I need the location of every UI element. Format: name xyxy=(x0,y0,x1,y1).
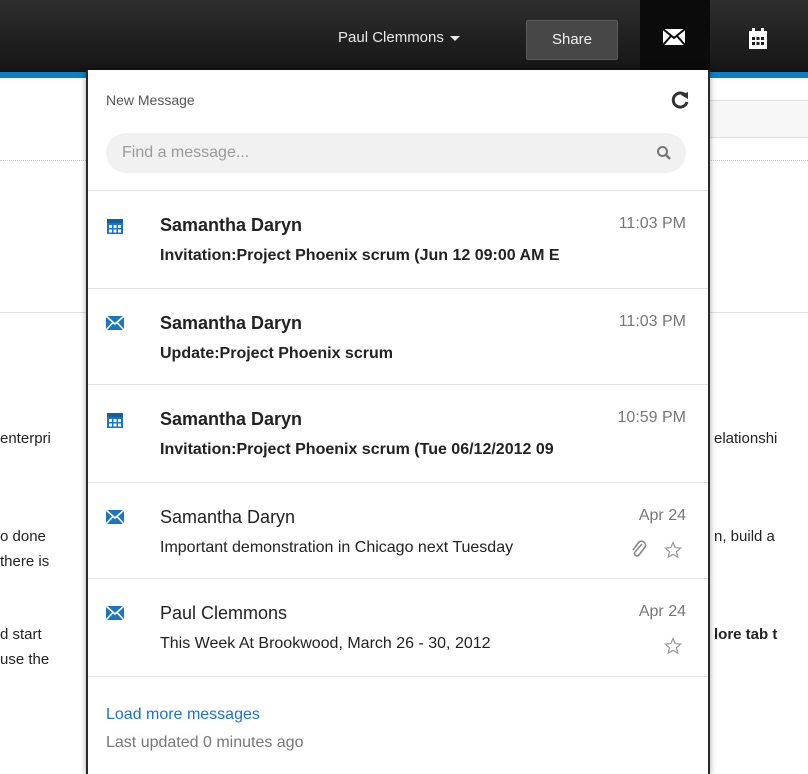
background-text: o done xyxy=(0,528,46,545)
calendar-button[interactable] xyxy=(738,24,778,56)
background-text: enterpri xyxy=(0,430,51,447)
attachment-icon xyxy=(632,540,647,557)
load-more-messages-link[interactable]: Load more messages xyxy=(106,706,260,724)
message-time: 11:03 PM xyxy=(618,215,686,232)
background-search-field xyxy=(708,100,808,138)
message-subject: Invitation:Project Phoenix scrum (Tue 06… xyxy=(160,441,554,458)
refresh-icon[interactable] xyxy=(670,90,690,110)
search-icon[interactable] xyxy=(656,145,672,161)
message-time: Apr 24 xyxy=(638,603,686,620)
top-navigation-bar: Paul Clemmons Share xyxy=(0,0,808,78)
background-text: use the xyxy=(0,651,50,668)
calendar-icon xyxy=(749,28,767,49)
message-item[interactable]: Paul Clemmons Apr 24 This Week At Brookw… xyxy=(88,579,708,675)
message-sender: Samantha Daryn xyxy=(160,409,303,429)
message-item[interactable]: Samantha Daryn 11:03 PM Invitation:Proje… xyxy=(88,191,708,287)
message-subject: Invitation:Project Phoenix scrum (Jun 12… xyxy=(160,247,560,264)
new-message-link[interactable]: New Message xyxy=(106,92,195,108)
share-button[interactable]: Share xyxy=(526,20,618,60)
message-time: Apr 24 xyxy=(638,507,686,524)
envelope-icon xyxy=(106,605,124,621)
background-text: n, build a xyxy=(714,528,775,545)
envelope-icon xyxy=(662,28,686,46)
message-subject: Update:Project Phoenix scrum xyxy=(160,345,393,362)
calendar-invite-icon xyxy=(107,219,123,234)
message-sender: Samantha Daryn xyxy=(160,507,296,527)
star-icon[interactable] xyxy=(664,637,682,655)
last-updated-status: Last updated 0 minutes ago xyxy=(106,734,304,751)
mail-button[interactable] xyxy=(640,0,710,72)
star-icon[interactable] xyxy=(664,541,682,559)
message-search-input[interactable]: Find a message... xyxy=(106,133,686,173)
calendar-invite-icon xyxy=(107,413,123,428)
message-time: 10:59 PM xyxy=(617,409,686,426)
message-item[interactable]: Samantha Daryn 10:59 PM Invitation:Proje… xyxy=(88,385,708,481)
messages-dropdown: New Message Find a message... Samantha D… xyxy=(86,70,710,774)
envelope-icon xyxy=(106,509,124,525)
envelope-icon xyxy=(106,315,124,331)
message-sender: Samantha Daryn xyxy=(160,215,303,235)
caret-down-icon xyxy=(449,35,460,41)
message-item[interactable]: Samantha Daryn 11:03 PM Update:Project P… xyxy=(88,289,708,385)
user-name: Paul Clemmons xyxy=(338,29,444,46)
message-subject: This Week At Brookwood, March 26 - 30, 2… xyxy=(160,635,491,652)
message-time: 11:03 PM xyxy=(618,313,686,330)
background-text: there is xyxy=(0,553,50,570)
divider xyxy=(88,676,708,677)
user-menu[interactable]: Paul Clemmons xyxy=(338,26,460,50)
background-text: elationshi xyxy=(714,430,778,447)
background-text: d start xyxy=(0,626,42,643)
message-item[interactable]: Samantha Daryn Apr 24 Important demonstr… xyxy=(88,483,708,579)
search-placeholder: Find a message... xyxy=(122,144,250,161)
message-sender: Paul Clemmons xyxy=(160,603,288,623)
message-sender: Samantha Daryn xyxy=(160,313,303,333)
background-text: lore tab t xyxy=(714,626,778,643)
message-subject: Important demonstration in Chicago next … xyxy=(160,539,514,556)
